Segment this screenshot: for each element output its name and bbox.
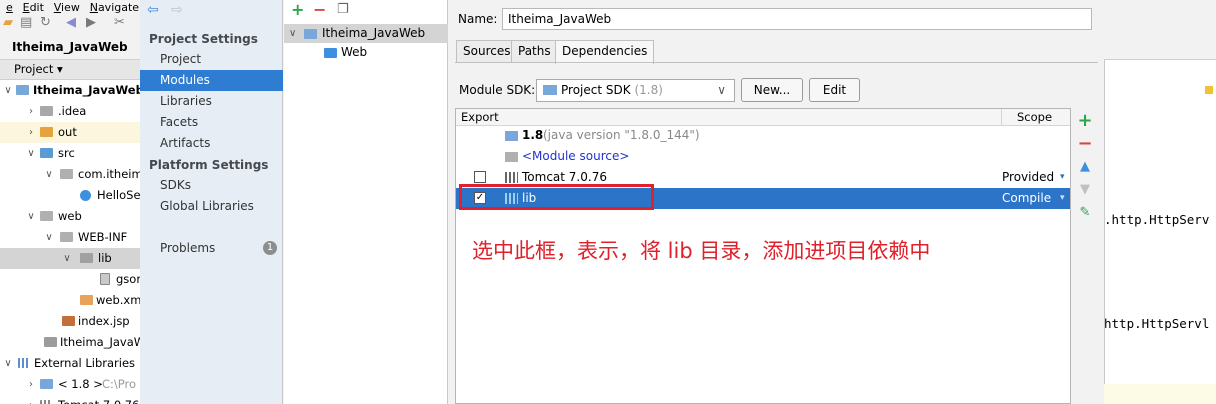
tree-item-tomcat[interactable]: ›Tomcat 7.0.76 <box>0 395 140 404</box>
scope-value[interactable]: Compile <box>1002 188 1051 209</box>
sync-icon[interactable]: ↻ <box>40 15 51 30</box>
sdk-icon <box>543 85 557 95</box>
chevron-down-icon: ▾ <box>1060 172 1065 182</box>
sidebar-item-problems[interactable]: Problems <box>140 238 283 259</box>
expand-icon: ∨ <box>289 28 297 39</box>
column-export[interactable]: Export <box>461 110 499 124</box>
back-nav-icon[interactable]: ⇦ <box>147 2 159 18</box>
project-tree: ∨ Itheima_JavaWeb › .idea › out ∨ src ∨ com.i… <box>0 80 140 404</box>
tree-item-lib[interactable]: ∨ lib <box>0 248 140 269</box>
dependency-row-module-source[interactable]: <Module source> <box>456 146 1070 167</box>
move-up-icon[interactable]: ▲ <box>1077 159 1093 174</box>
forward-icon[interactable]: ▶ <box>86 15 96 30</box>
tab-paths[interactable]: Paths <box>511 40 558 63</box>
new-sdk-button[interactable]: New... <box>741 78 803 102</box>
tree-item-root[interactable]: ∨ Itheima_JavaWeb <box>0 80 140 101</box>
sidebar-item-modules[interactable]: Modules <box>140 70 283 91</box>
name-label: Name: <box>458 12 498 26</box>
sidebar-item-sdks[interactable]: SDKs <box>140 175 283 196</box>
tab-dependencies[interactable]: Dependencies <box>555 40 655 64</box>
module-sdk-label: Module SDK: <box>459 83 536 97</box>
problems-count-badge: 1 <box>263 241 277 255</box>
tree-item-gson-jar[interactable]: gsor <box>0 269 140 290</box>
tree-item-web[interactable]: ∨ web <box>0 206 140 227</box>
dependency-row-jdk[interactable]: 1.8 (java version "1.8.0_144") <box>456 125 1070 146</box>
back-icon[interactable]: ◀ <box>66 15 76 30</box>
tree-item-src[interactable]: ∨ src <box>0 143 140 164</box>
tree-item-iml[interactable]: Itheima_JavaW <box>0 332 140 353</box>
tree-item-jdk[interactable]: › < 1.8 > C:\Pro <box>0 374 140 395</box>
library-icon <box>505 172 518 183</box>
forward-nav-icon[interactable]: ⇨ <box>171 2 183 18</box>
annotation-text: 选中此框，表示，将 lib 目录，添加进项目依赖中 <box>472 239 931 263</box>
cut-icon[interactable]: ✂ <box>114 15 125 30</box>
add-dependency-icon[interactable]: + <box>1077 110 1093 131</box>
sidebar-item-facets[interactable]: Facets <box>140 112 283 133</box>
tree-item-external-libraries[interactable]: ∨ External Libraries <box>0 353 140 374</box>
export-checkbox-tomcat[interactable] <box>474 171 486 183</box>
breadcrumb[interactable]: Itheima_JavaWeb <box>0 36 140 60</box>
remove-icon[interactable]: − <box>313 0 326 19</box>
scope-value[interactable]: Provided <box>1002 167 1054 188</box>
chevron-down-icon: ∨ <box>717 83 726 97</box>
editor-tab-strip <box>1104 0 1216 60</box>
folder-icon <box>505 152 518 162</box>
module-item-web[interactable]: Web <box>284 43 448 62</box>
module-name-field[interactable]: Itheima_JavaWeb <box>502 8 1092 30</box>
code-editor[interactable] <box>1104 0 1216 404</box>
tab-divider <box>455 62 1098 63</box>
add-icon[interactable]: + <box>291 0 304 19</box>
tree-item-webxml[interactable]: web.xml <box>0 290 140 311</box>
jdk-icon <box>505 131 518 141</box>
code-line: http.HttpServl <box>1104 316 1210 331</box>
menu-item-file[interactable]: e <box>6 1 13 14</box>
menu-item-edit[interactable]: Edit <box>23 1 44 14</box>
current-line-highlight <box>1104 384 1216 404</box>
tree-item-idea[interactable]: › .idea <box>0 101 140 122</box>
edit-pencil-icon[interactable]: ✎ <box>1077 205 1093 220</box>
platform-settings-header: Platform Settings <box>149 158 269 172</box>
tree-item-servlet[interactable]: HelloSe <box>0 185 140 206</box>
move-down-icon[interactable]: ▼ <box>1077 182 1093 197</box>
menu-item-view[interactable]: View <box>54 1 80 14</box>
sidebar-item-artifacts[interactable]: Artifacts <box>140 133 283 154</box>
web-facet-icon <box>324 48 337 58</box>
code-line: .http.HttpServ <box>1104 212 1210 227</box>
save-icon[interactable]: ▤ <box>20 15 32 30</box>
menu-bar: e Edit View Navigate <box>0 0 140 14</box>
main-toolbar: ▰ ▤ ↻ ◀ ▶ ✂ <box>0 14 140 36</box>
open-folder-icon[interactable]: ▰ <box>3 15 13 30</box>
menu-item-navigate[interactable]: Navigate <box>90 1 139 14</box>
remove-dependency-icon[interactable]: − <box>1077 133 1093 154</box>
module-sdk-dropdown[interactable]: Project SDK (1.8) ∨ <box>536 79 735 102</box>
table-header: Export Scope <box>456 109 1070 126</box>
tree-item-webinf[interactable]: ∨ WEB-INF <box>0 227 140 248</box>
chevron-down-icon: ▾ <box>1060 193 1065 203</box>
tree-item-package[interactable]: ∨com.itheima <box>0 164 140 185</box>
module-icon <box>304 29 317 39</box>
project-settings-header: Project Settings <box>149 32 258 46</box>
project-tool-label: Project <box>14 62 54 76</box>
tree-item-out[interactable]: › out <box>0 122 140 143</box>
copy-icon[interactable]: ❐ <box>337 2 349 17</box>
tab-sources[interactable]: Sources <box>456 40 518 63</box>
column-scope[interactable]: Scope <box>1017 110 1052 124</box>
project-tool-header[interactable]: Project ▾ <box>0 60 140 80</box>
highlight-box <box>459 184 654 210</box>
edit-sdk-button[interactable]: Edit <box>809 78 860 102</box>
tree-item-indexjsp[interactable]: index.jsp <box>0 311 140 332</box>
sidebar-item-global-libraries[interactable]: Global Libraries <box>140 196 283 217</box>
module-item-root[interactable]: ∨ Itheima_JavaWeb <box>284 24 448 43</box>
sidebar-item-libraries[interactable]: Libraries <box>140 91 283 112</box>
sidebar-item-project[interactable]: Project <box>140 49 283 70</box>
warning-marker <box>1205 86 1213 94</box>
